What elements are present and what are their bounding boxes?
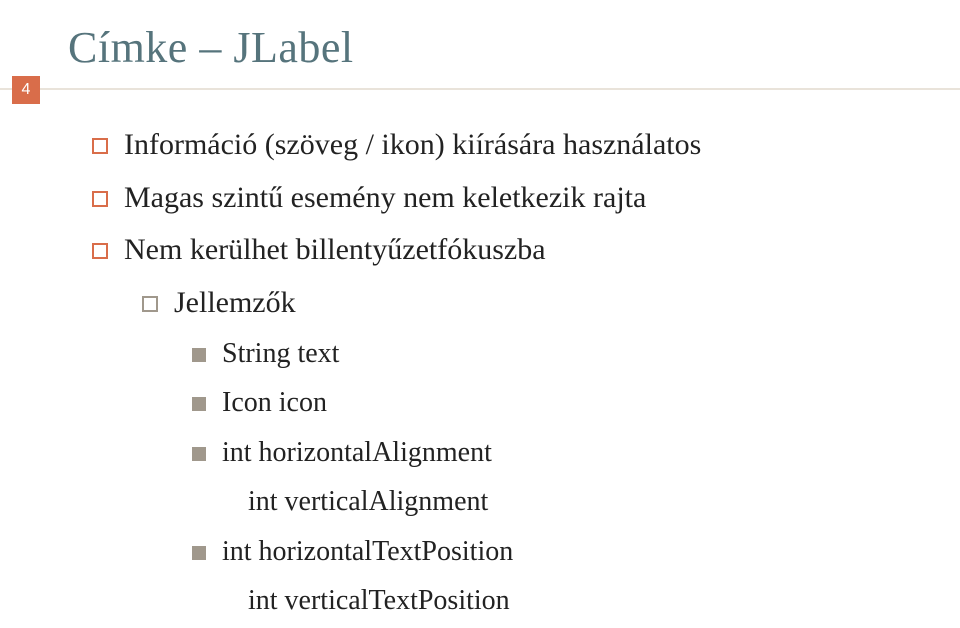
square-filled-bullet-icon	[192, 348, 206, 362]
page-number-badge: 4	[12, 76, 40, 104]
bullet-item: Információ (szöveg / ikon) kiírására has…	[92, 122, 910, 169]
square-open-bullet-icon	[142, 296, 158, 312]
bullet-continuation: int verticalTextPosition	[248, 579, 910, 622]
square-filled-bullet-icon	[192, 397, 206, 411]
bullet-text: int horizontalAlignment	[222, 431, 910, 474]
bullet-item: Nem kerülhet billentyűzetfókuszba	[92, 227, 910, 274]
bullet-text: int verticalTextPosition	[248, 579, 910, 622]
bullet-item: int horizontalTextPosition	[192, 530, 910, 573]
bullet-continuation: int verticalAlignment	[248, 480, 910, 523]
bullet-text: Nem kerülhet billentyűzetfókuszba	[124, 227, 910, 274]
title-row: Címke – JLabel	[0, 22, 960, 73]
square-filled-bullet-icon	[192, 546, 206, 560]
bullet-text: String text	[222, 332, 910, 375]
square-bullet-icon	[92, 243, 108, 259]
bullet-text: int horizontalTextPosition	[222, 530, 910, 573]
bullet-item: Jellemzők	[142, 280, 910, 327]
bullet-text: int verticalAlignment	[248, 480, 910, 523]
bullet-text: Információ (szöveg / ikon) kiírására has…	[124, 122, 910, 169]
bullet-text: Icon icon	[222, 381, 910, 424]
horizontal-rule	[0, 88, 960, 90]
square-bullet-icon	[92, 138, 108, 154]
slide-title: Címke – JLabel	[68, 22, 354, 73]
bullet-item: Magas szintű esemény nem keletkezik rajt…	[92, 175, 910, 222]
slide: Címke – JLabel 4 Információ (szöveg / ik…	[0, 0, 960, 600]
square-bullet-icon	[92, 191, 108, 207]
content-area: Információ (szöveg / ikon) kiírására has…	[92, 122, 910, 628]
bullet-item: Icon icon	[192, 381, 910, 424]
bullet-text: Jellemzők	[174, 280, 910, 327]
bullet-item: String text	[192, 332, 910, 375]
bullet-item: int horizontalAlignment	[192, 431, 910, 474]
bullet-text: Magas szintű esemény nem keletkezik rajt…	[124, 175, 910, 222]
square-filled-bullet-icon	[192, 447, 206, 461]
